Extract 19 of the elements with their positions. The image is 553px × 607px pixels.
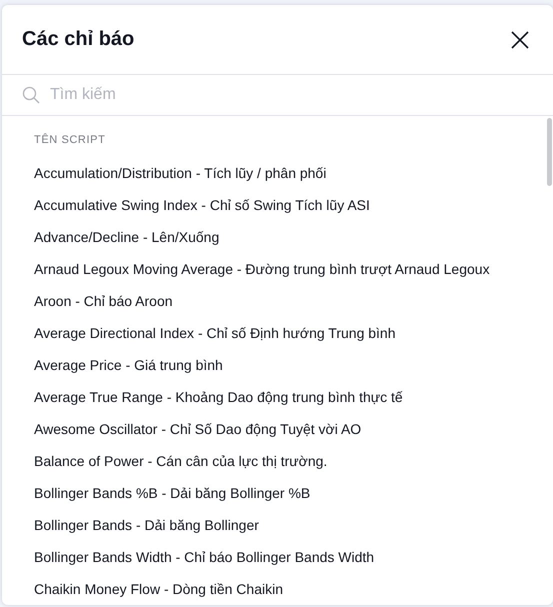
indicator-item[interactable]: Average True Range - Khoảng Dao động trung bình thực tế [2,381,553,413]
indicator-item[interactable]: Average Price - Giá trung bình [2,349,553,381]
dialog-title: Các chỉ báo [22,28,134,51]
indicator-item[interactable]: Bollinger Bands - Dải băng Bollinger [2,509,553,541]
indicator-item[interactable]: Average Directional Index - Chỉ số Định hướng Trung bình [2,317,553,349]
indicator-item[interactable]: Bollinger Bands %B - Dải băng Bollinger %B [2,477,553,509]
indicator-item[interactable]: Bollinger Bands Width - Chỉ báo Bollinger Bands Width [2,541,553,573]
indicator-item[interactable]: Awesome Oscillator - Chỉ Số Dao động Tuyệt vời AO [2,413,553,445]
indicator-item[interactable]: Chaikin Money Flow - Dòng tiền Chaikin [2,573,553,605]
indicator-item[interactable]: Advance/Decline - Lên/Xuống [2,221,553,253]
indicator-item[interactable]: Accumulation/Distribution - Tích lũy / phân phối [2,157,553,189]
indicator-item[interactable]: Aroon - Chỉ báo Aroon [2,285,553,317]
search-icon [22,86,40,104]
indicator-item[interactable]: Balance of Power - Cán cân của lực thị trường. [2,445,553,477]
scrollbar-thumb[interactable] [547,118,552,186]
indicator-item[interactable]: Arnaud Legoux Moving Average - Đường trung bình trượt Arnaud Legoux [2,253,553,285]
indicator-item[interactable]: Accumulative Swing Index - Chỉ số Swing Tích lũy ASI [2,189,553,221]
section-label: TÊN SCRIPT [34,132,106,148]
close-icon[interactable] [511,30,529,48]
